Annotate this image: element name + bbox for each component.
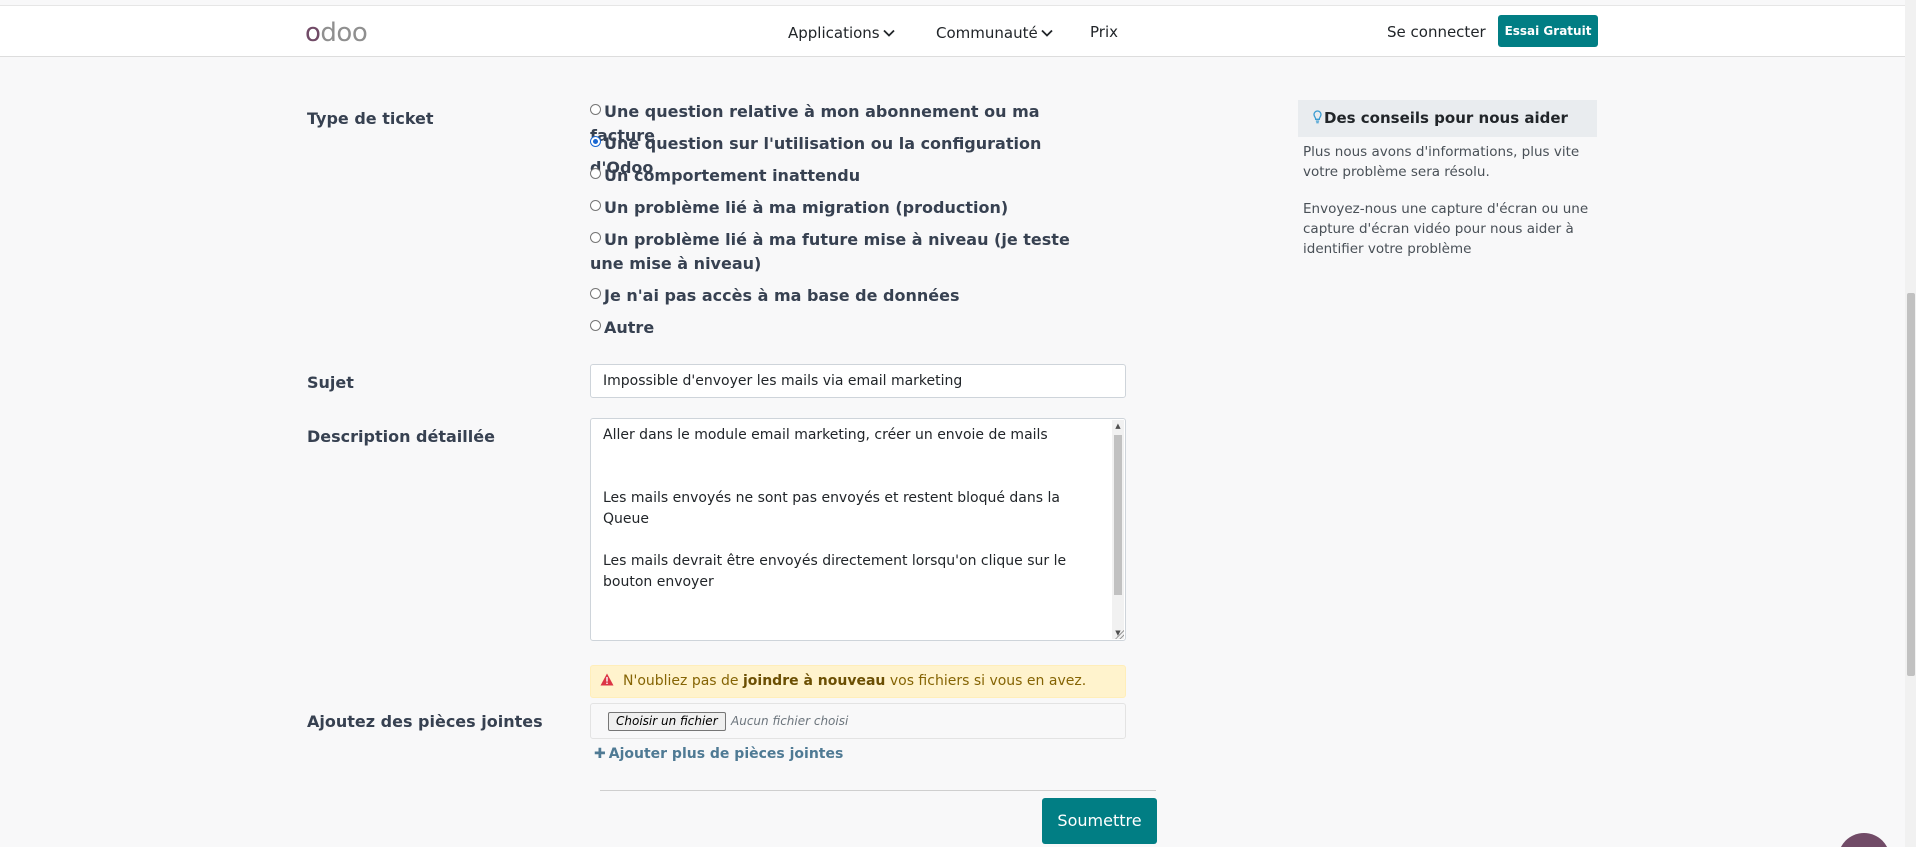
option-label: Un problème lié à ma future mise à nivea… [590,230,1070,273]
no-file-chosen-text: Aucun fichier choisi [731,714,849,728]
radio-button[interactable] [590,320,601,331]
option-label: Un comportement inattendu [604,166,861,185]
ticket-type-option[interactable]: Je n'ai pas accès à ma base de données [590,284,1100,308]
login-link[interactable]: Se connecter [1387,22,1486,42]
nav-communaute[interactable]: Communauté [936,22,1053,43]
ticket-type-option[interactable]: Autre [590,316,1100,340]
alert-text-before: N'oubliez pas de [623,673,743,689]
add-more-label: Ajouter plus de pièces jointes [608,746,844,762]
tips-paragraph: Plus nous avons d'informations, plus vit… [1303,144,1580,180]
description-paragraph: Les mails envoyés ne sont pas envoyés et… [603,490,1060,527]
radio-button[interactable] [590,200,601,211]
textarea-scrollbar[interactable]: ▲ ▼ [1112,420,1124,639]
description-paragraph: Aller dans le module email marketing, cr… [603,427,1048,443]
warning-triangle-icon [600,666,614,697]
alert-text-bold: joindre à nouveau [743,673,886,689]
option-label: Un problème lié à ma migration (producti… [604,198,1009,217]
ticket-type-label: Type de ticket [307,109,434,128]
nav-applications[interactable]: Applications [788,22,895,43]
nav-communaute-label: Communauté [936,24,1038,42]
chat-bubble-icon[interactable] [1838,833,1890,847]
alert-text: N'oubliez pas de joindre à nouveau vos f… [623,666,1086,697]
ticket-type-option[interactable]: Un comportement inattendu [590,164,1100,188]
page-scroll-thumb[interactable] [1907,293,1915,676]
radio-button-checked[interactable] [590,136,601,147]
radio-button[interactable] [590,232,601,243]
choose-file-button[interactable]: Choisir un fichier [608,712,726,731]
plus-icon: ✚ [594,746,606,762]
scroll-up-arrow-icon[interactable]: ▲ [1112,420,1124,432]
top-navbar: odoo Applications Communauté Prix Se con… [0,5,1905,57]
file-input[interactable]: Choisir un fichier Aucun fichier choisi [590,703,1126,739]
description-label: Description détaillée [307,427,495,446]
nav-prix[interactable]: Prix [1090,22,1118,42]
description-textarea[interactable]: Aller dans le module email marketing, cr… [590,418,1126,641]
ticket-type-option[interactable]: Un problème lié à ma migration (producti… [590,196,1100,220]
option-label: Autre [604,318,655,337]
resize-grip-icon[interactable] [1114,629,1124,639]
radio-button[interactable] [590,288,601,299]
textarea-scroll-thumb[interactable] [1114,435,1122,595]
add-more-attachments-link[interactable]: ✚ Ajouter plus de pièces jointes [594,744,843,764]
reattach-warning-alert: N'oubliez pas de joindre à nouveau vos f… [590,665,1126,698]
page: odoo Applications Communauté Prix Se con… [0,0,1905,847]
tips-paragraph: Envoyez-nous une capture d'écran ou une … [1303,201,1589,257]
chevron-down-icon [883,22,895,42]
lightbulb-icon [1313,110,1322,127]
subject-input[interactable]: Impossible d'envoyer les mails via email… [590,364,1126,398]
attachments-label: Ajoutez des pièces jointes [307,712,543,731]
radio-button[interactable] [590,104,601,115]
tips-title: Des conseils pour nous aider [1324,109,1568,127]
submit-button[interactable]: Soumettre [1042,798,1157,844]
free-trial-button[interactable]: Essai Gratuit [1498,15,1598,47]
form-divider [600,790,1156,791]
radio-button[interactable] [590,168,601,179]
alert-text-after: vos fichiers si vous en avez. [885,673,1087,689]
page-scrollbar[interactable] [1905,0,1916,847]
odoo-logo[interactable]: odoo [305,20,368,46]
nav-applications-label: Applications [788,24,880,42]
subject-label: Sujet [307,373,354,392]
description-paragraph: Les mails devrait être envoyés directeme… [603,553,1067,590]
chevron-down-icon [1041,22,1053,42]
ticket-type-option[interactable]: Un problème lié à ma future mise à nivea… [590,228,1100,276]
tips-header: Des conseils pour nous aider [1298,100,1597,137]
option-label: Je n'ai pas accès à ma base de données [604,286,960,305]
